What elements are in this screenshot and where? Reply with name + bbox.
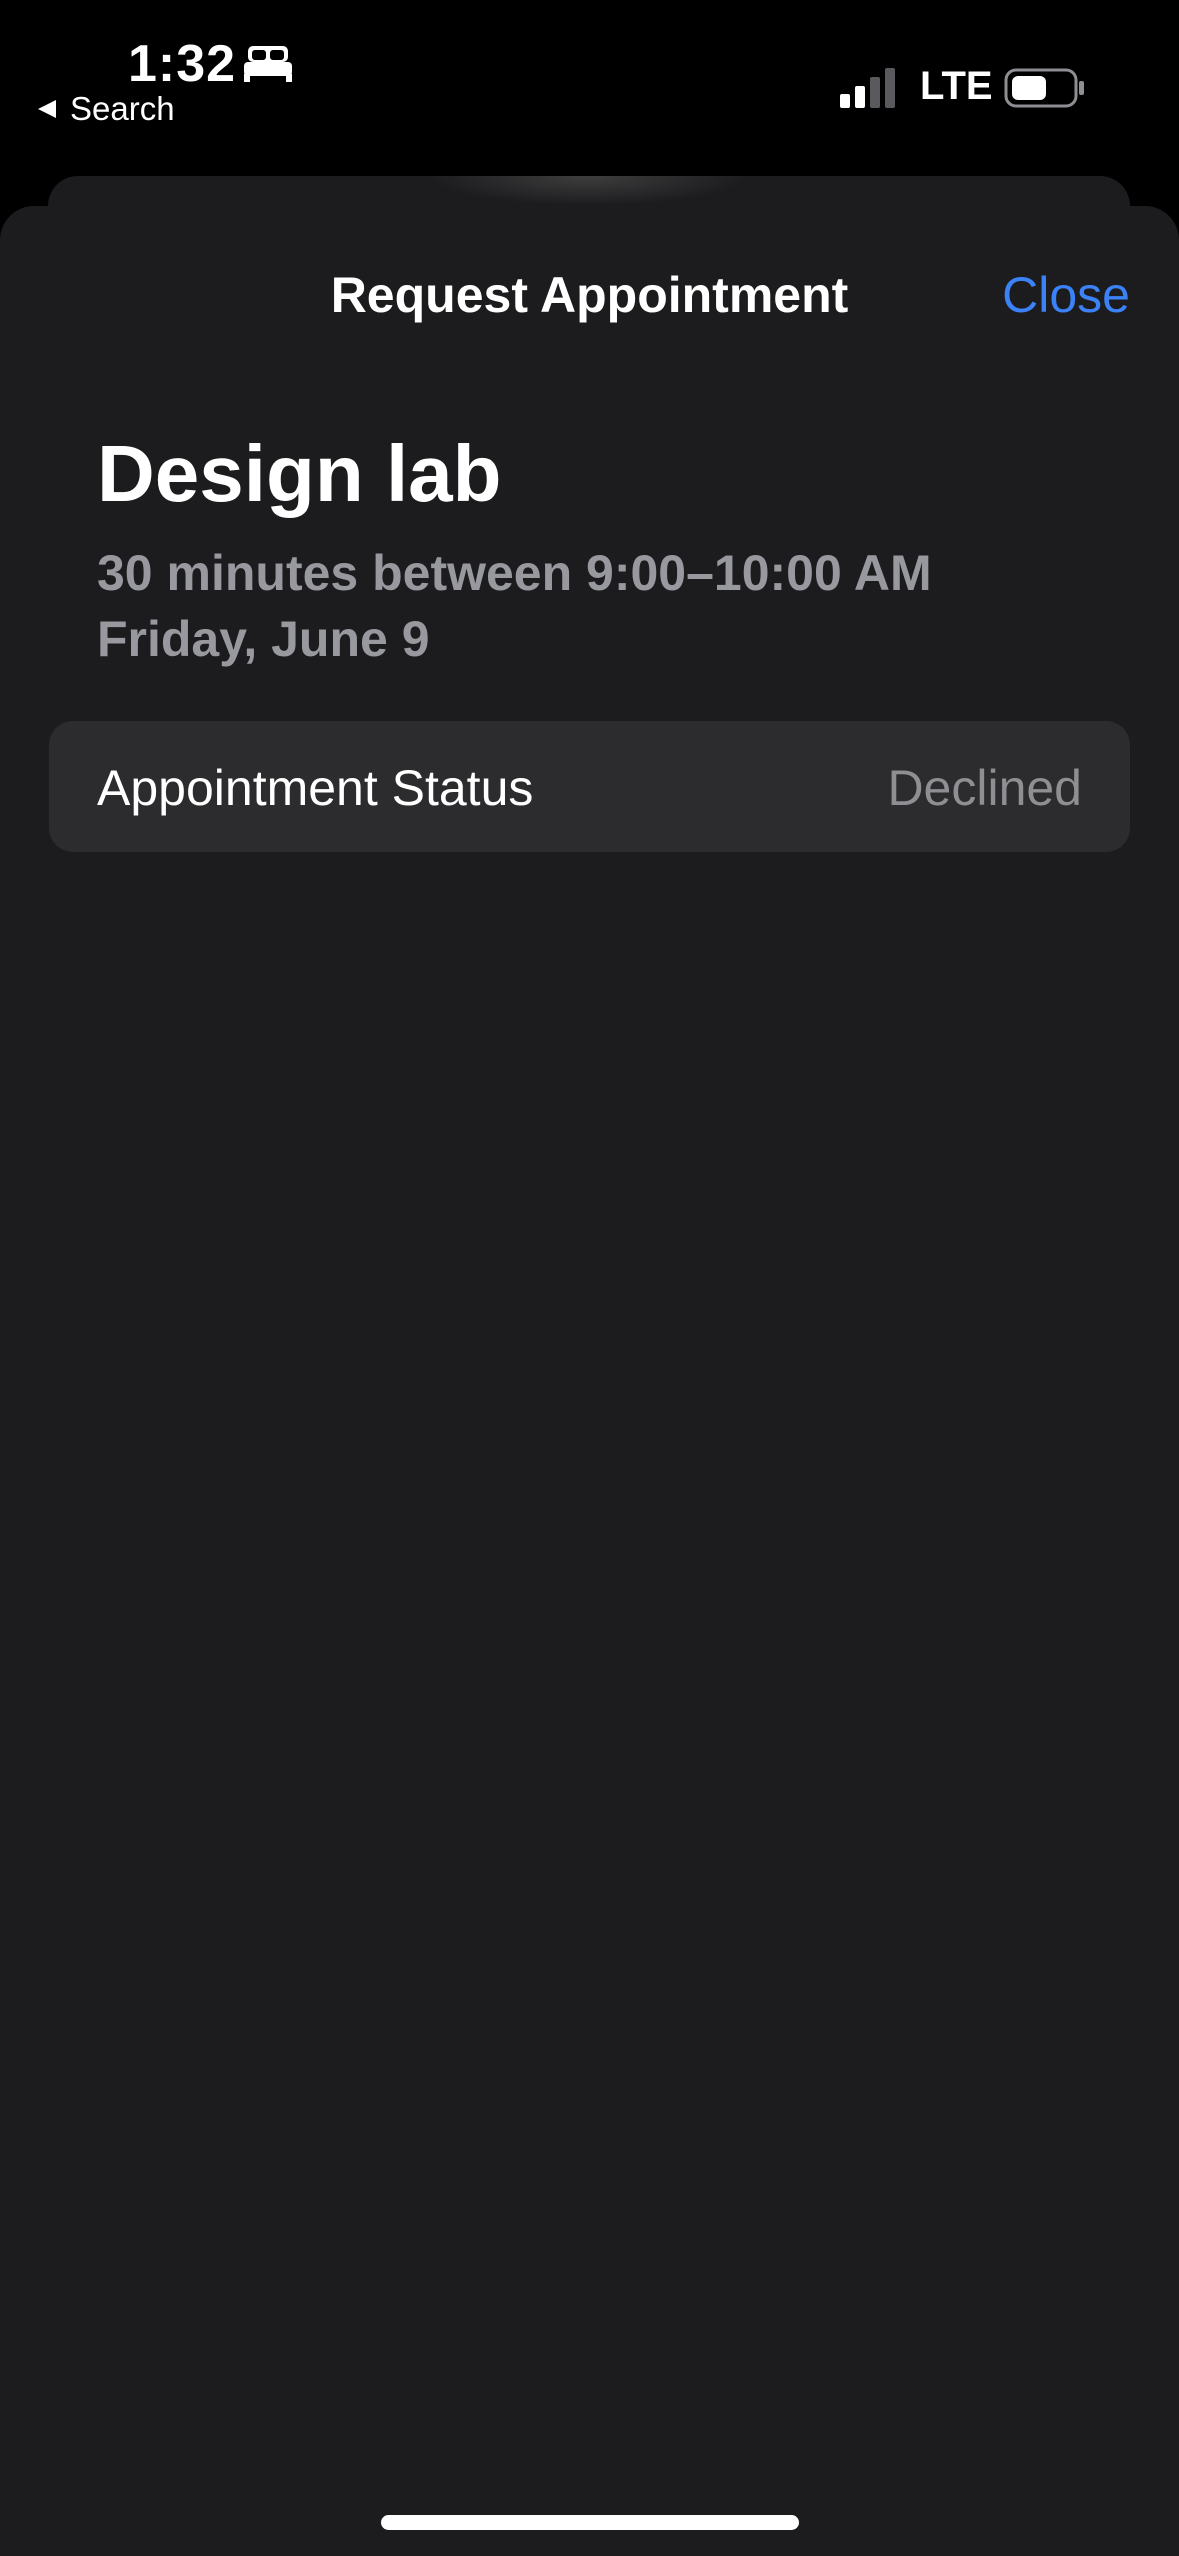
status-value: Declined [887, 760, 1082, 816]
back-link-label: Search [70, 90, 175, 127]
network-type-label: LTE [920, 64, 993, 108]
back-arrow-icon [38, 100, 56, 118]
cellular-signal-icon [838, 68, 900, 108]
back-to-search-link[interactable]: Search [36, 90, 175, 128]
status-label: Appointment Status [97, 760, 534, 816]
appointment-status-row: Appointment Status Declined [49, 721, 1130, 852]
battery-icon [1004, 68, 1086, 108]
event-date: Friday, June 9 [97, 611, 430, 667]
event-duration: 30 minutes between 9:00–10:00 AM [97, 545, 932, 601]
event-title: Design lab [97, 429, 502, 518]
close-button[interactable]: Close [1002, 266, 1130, 324]
home-indicator[interactable] [381, 2515, 799, 2530]
appointment-sheet: Request Appointment Close Design lab 30 … [0, 206, 1179, 2556]
status-time: 1:32 [128, 35, 237, 93]
sleep-bed-icon [242, 44, 294, 84]
status-bar: 1:32 Search LTE [0, 0, 1179, 170]
